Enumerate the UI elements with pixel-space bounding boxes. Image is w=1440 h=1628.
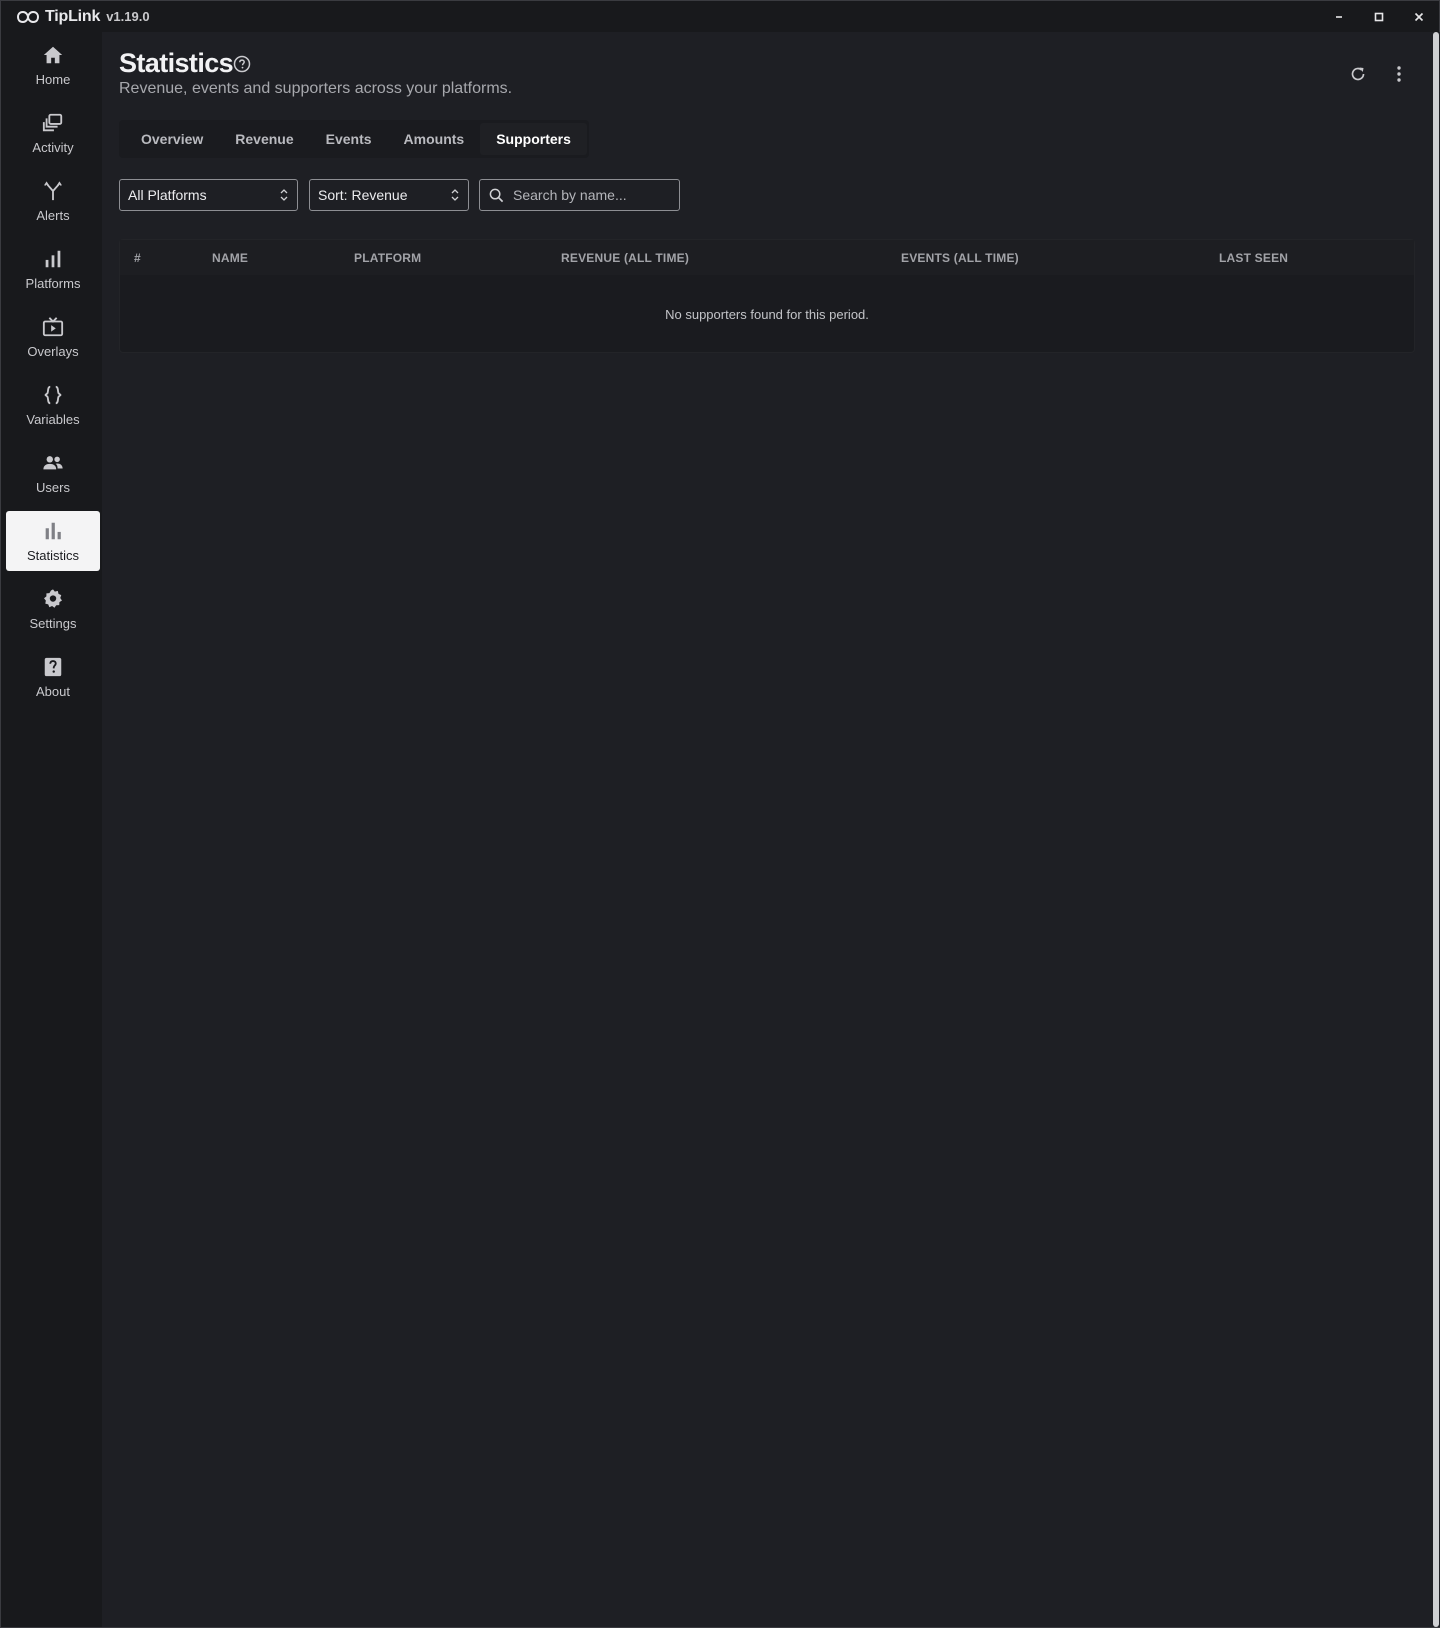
users-icon — [43, 455, 63, 469]
table-header: # NAME PLATFORM REVENUE (ALL TIME) EVENT… — [120, 240, 1414, 275]
search-box — [479, 179, 680, 211]
maximize-button[interactable] — [1359, 1, 1399, 32]
app-window: TipLink v1.19.0 Home Activity Alerts Pla… — [0, 0, 1440, 1628]
column-header-rank[interactable]: # — [134, 251, 141, 265]
sidebar-item-label: Users — [36, 479, 70, 495]
sidebar-item-home[interactable]: Home — [6, 35, 100, 95]
sidebar-item-about[interactable]: About — [6, 647, 100, 707]
sidebar-item-label: Home — [35, 71, 71, 87]
sidebar-item-label: Settings — [29, 615, 77, 631]
activity-icon — [42, 113, 63, 131]
title-bar: TipLink v1.19.0 — [1, 1, 1439, 32]
column-header-name[interactable]: NAME — [212, 251, 248, 265]
app-version: v1.19.0 — [106, 9, 150, 24]
chevron-updown-icon — [280, 189, 288, 201]
page-title: Statistics — [119, 48, 234, 78]
tab-overview[interactable]: Overview — [125, 123, 219, 155]
sidebar-item-statistics[interactable]: Statistics — [6, 511, 100, 571]
help-icon[interactable] — [233, 55, 251, 73]
minimize-icon — [1336, 15, 1342, 18]
window-controls — [1319, 1, 1439, 32]
statistics-icon — [45, 522, 61, 539]
platforms-icon — [45, 250, 61, 267]
page-subtitle: Revenue, events and supporters across yo… — [119, 80, 513, 97]
platform-filter-value: All Platforms — [128, 187, 207, 203]
column-header-events[interactable]: EVENTS (ALL TIME) — [901, 251, 1019, 265]
main-content: Statistics Revenue, events and supporter… — [102, 32, 1432, 1627]
sidebar-item-users[interactable]: Users — [6, 443, 100, 503]
column-header-revenue[interactable]: REVENUE (ALL TIME) — [561, 251, 689, 265]
sidebar-item-label: Alerts — [36, 207, 70, 223]
sidebar: Home Activity Alerts Platforms Overlays … — [1, 32, 102, 1627]
platform-filter-select[interactable]: All Platforms — [119, 179, 298, 211]
alerts-icon — [44, 180, 62, 200]
column-header-last-seen[interactable]: LAST SEEN — [1219, 251, 1288, 265]
infinity-logo-icon — [17, 10, 39, 23]
overlays-icon — [42, 316, 64, 336]
sidebar-item-label: Platforms — [25, 275, 81, 291]
chevron-updown-icon — [451, 189, 459, 201]
search-input[interactable] — [513, 187, 673, 203]
variables-icon — [44, 385, 62, 404]
sort-value: Sort: Revenue — [318, 187, 408, 203]
tab-supporters[interactable]: Supporters — [480, 123, 587, 155]
sort-select[interactable]: Sort: Revenue — [309, 179, 469, 211]
about-icon — [44, 657, 62, 676]
vertical-scrollbar[interactable] — [1432, 32, 1440, 1627]
sidebar-item-label: Statistics — [26, 547, 79, 563]
empty-state-message: No supporters found for this period. — [665, 307, 869, 322]
sidebar-item-label: Activity — [32, 139, 74, 155]
refresh-icon — [1351, 67, 1365, 81]
refresh-button[interactable] — [1346, 62, 1370, 86]
sidebar-item-label: Variables — [26, 411, 80, 427]
sidebar-item-label: About — [36, 683, 70, 699]
app-name: TipLink — [45, 7, 101, 25]
sidebar-item-alerts[interactable]: Alerts — [6, 171, 100, 231]
scrollbar-thumb[interactable] — [1433, 32, 1439, 1627]
tab-amounts[interactable]: Amounts — [388, 123, 481, 155]
settings-icon — [44, 588, 62, 608]
sidebar-item-activity[interactable]: Activity — [6, 103, 100, 163]
search-icon — [489, 188, 504, 202]
column-header-platform[interactable]: PLATFORM — [354, 251, 421, 265]
more-options-button[interactable] — [1387, 62, 1411, 86]
more-vertical-icon — [1397, 66, 1401, 82]
sidebar-item-label: Overlays — [27, 343, 79, 359]
sidebar-item-overlays[interactable]: Overlays — [6, 307, 100, 367]
home-icon — [43, 46, 63, 63]
statistics-tabs: Overview Revenue Events Amounts Supporte… — [119, 120, 589, 158]
sidebar-item-settings[interactable]: Settings — [6, 579, 100, 639]
minimize-button[interactable] — [1319, 1, 1359, 32]
close-icon — [1414, 12, 1424, 21]
tab-events[interactable]: Events — [310, 123, 388, 155]
sidebar-item-variables[interactable]: Variables — [6, 375, 100, 435]
close-button[interactable] — [1399, 1, 1439, 32]
supporters-table: # NAME PLATFORM REVENUE (ALL TIME) EVENT… — [119, 239, 1415, 353]
maximize-icon — [1374, 12, 1384, 21]
tab-revenue[interactable]: Revenue — [219, 123, 309, 155]
sidebar-item-platforms[interactable]: Platforms — [6, 239, 100, 299]
